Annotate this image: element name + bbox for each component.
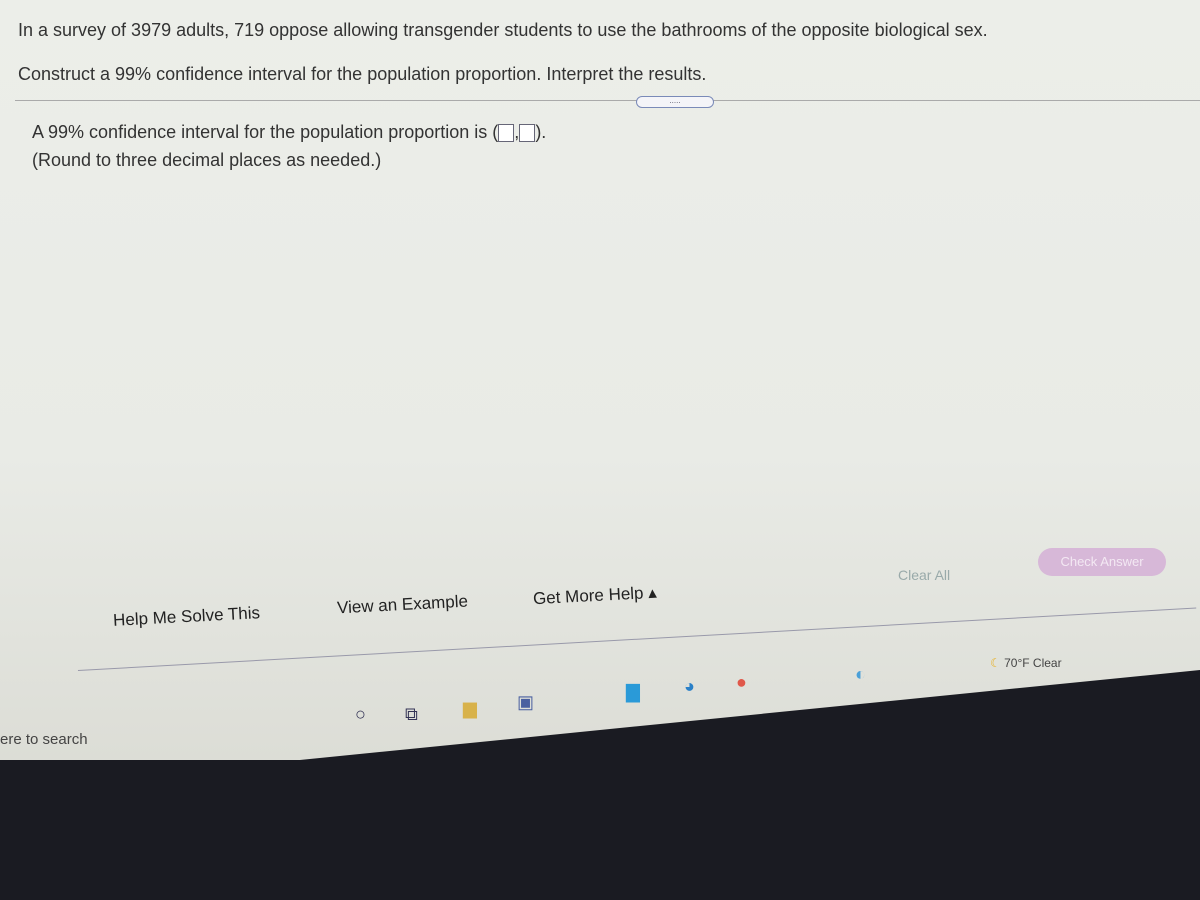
edge-icon[interactable]: ◕: [684, 676, 695, 697]
browser-icon[interactable]: ●: [736, 672, 747, 693]
weather-widget[interactable]: ☾ 70°F Clear: [990, 656, 1062, 670]
store-icon[interactable]: ▣: [517, 692, 534, 713]
help-panel-border: [74, 537, 1197, 671]
tray-app-icon[interactable]: ◐: [855, 664, 866, 685]
question-text: In a survey of 3979 adults, 719 oppose a…: [18, 20, 988, 40]
moon-icon: ☾: [990, 656, 1001, 670]
answer-line: A 99% confidence interval for the popula…: [32, 122, 546, 143]
question-instruction: Construct a 99% confidence interval for …: [18, 64, 707, 84]
cortana-icon[interactable]: ○: [355, 704, 366, 725]
upper-bound-input[interactable]: [519, 124, 536, 143]
expand-button[interactable]: .....: [636, 96, 714, 108]
screen: In a survey of 3979 adults, 719 oppose a…: [0, 0, 1200, 760]
app-icon[interactable]: ▇: [626, 682, 640, 703]
taskbar-search[interactable]: ere to search: [0, 731, 88, 748]
answer-suffix: ).: [535, 122, 547, 142]
weather-text: 70°F Clear: [1004, 656, 1062, 670]
answer-prefix: A 99% confidence interval for the popula…: [32, 122, 499, 142]
file-explorer-icon[interactable]: ▆: [463, 698, 477, 719]
task-view-icon[interactable]: ⧉: [405, 704, 418, 725]
rounding-note: (Round to three decimal places as needed…: [32, 150, 382, 170]
divider: [15, 100, 1200, 101]
lower-bound-input[interactable]: [498, 124, 515, 143]
